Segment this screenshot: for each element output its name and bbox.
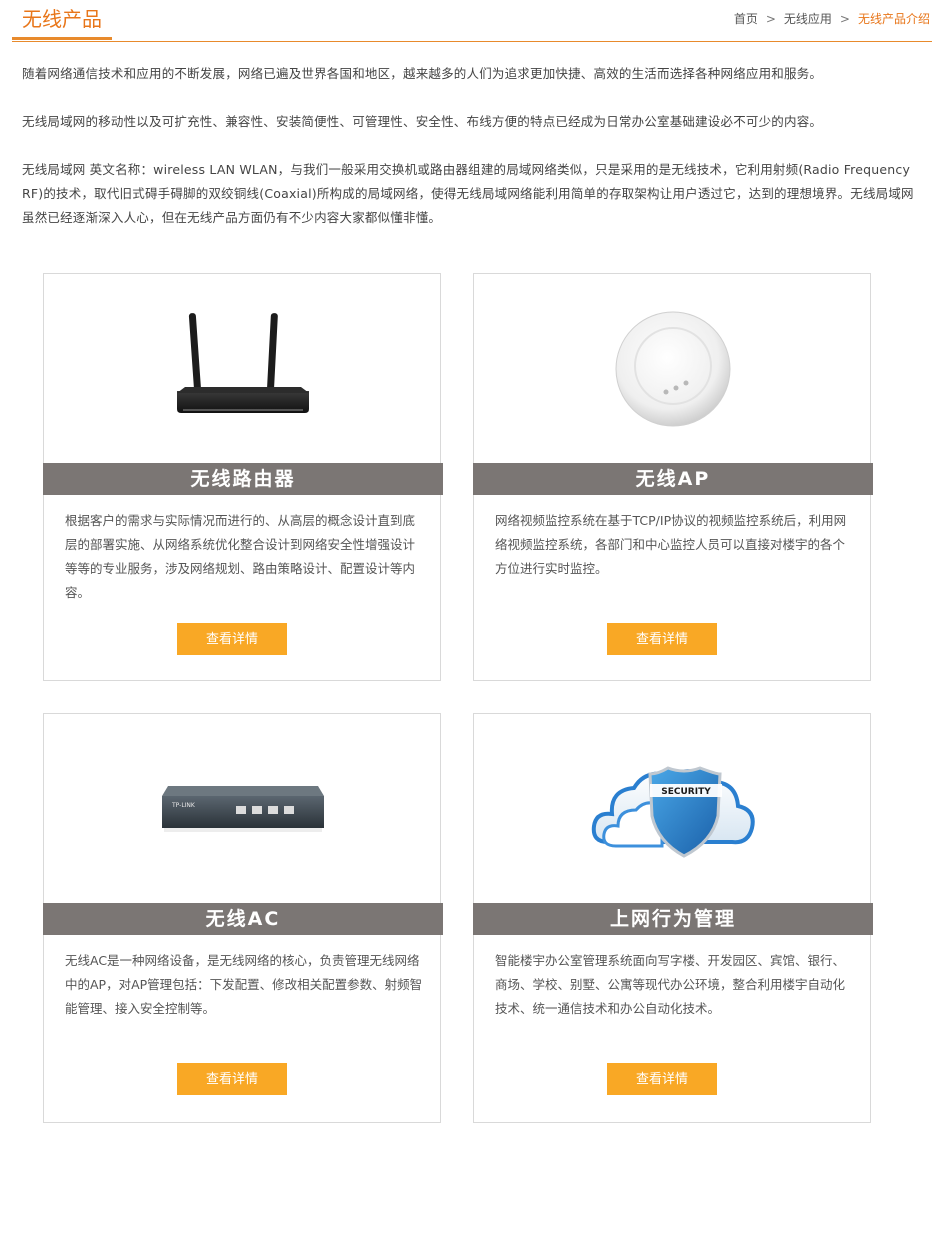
intro-paragraph: 随着网络通信技术和应用的不断发展，网络已遍及世界各国和地区，越来越多的人们为追求…	[22, 66, 823, 81]
cloud-security-shield-image: SECURITY	[474, 714, 872, 904]
breadcrumb-current: 无线产品介绍	[857, 12, 930, 26]
breadcrumb-separator: >	[765, 12, 776, 26]
breadcrumb-section-link[interactable]: 无线应用	[784, 12, 832, 26]
view-details-button[interactable]: 查看详情	[607, 1063, 717, 1095]
product-card-wireless-router: 无线路由器 根据客户的需求与实际情况而进行的、从高层的概念设计直到底层的部署实施…	[43, 273, 443, 681]
product-description: 根据客户的需求与实际情况而进行的、从高层的概念设计直到底层的部署实施、从网络系统…	[65, 513, 416, 600]
product-title: 无线AC	[43, 903, 443, 935]
view-details-button[interactable]: 查看详情	[607, 623, 717, 655]
product-card-wireless-ap: 无线AP 网络视频监控系统在基于TCP/IP协议的视频监控系统后，利用网络视频监…	[473, 273, 873, 681]
breadcrumb-home-link[interactable]: 首页	[734, 12, 758, 26]
product-title: 无线AP	[473, 463, 873, 495]
product-card-behavior-management: SECURITY 上网行为管理 智能楼宇办公室管理系统面向写字楼、开发园区、宾馆…	[473, 713, 873, 1123]
product-card-wireless-ac: TP-LINK 无线AC 无线AC是一种网络设备，是无线网络的核心，负责管理无线…	[43, 713, 443, 1123]
intro-paragraph: 无线局域网的移动性以及可扩充性、兼容性、安装简便性、可管理性、安全性、布线方便的…	[22, 114, 823, 129]
tp-link-access-controller-image: TP-LINK	[44, 714, 442, 904]
security-label: SECURITY	[661, 787, 711, 797]
view-details-button[interactable]: 查看详情	[177, 623, 287, 655]
page-header: 无线产品 首页 > 无线应用 > 无线产品介绍	[12, 0, 932, 42]
product-description: 无线AC是一种网络设备，是无线网络的核心，负责管理无线网络中的AP，对AP管理包…	[65, 953, 423, 1016]
view-details-button[interactable]: 查看详情	[177, 1063, 287, 1095]
product-title: 无线路由器	[43, 463, 443, 495]
product-description: 智能楼宇办公室管理系统面向写字楼、开发园区、宾馆、银行、商场、学校、别墅、公寓等…	[495, 953, 846, 1016]
ceiling-access-point-image	[474, 274, 872, 464]
intro-paragraph: 无线局域网 英文名称：wireless LAN WLAN，与我们一般采用交换机或…	[22, 162, 914, 225]
product-title: 上网行为管理	[473, 903, 873, 935]
breadcrumb-separator: >	[839, 12, 850, 26]
device-brand-label: TP-LINK	[171, 802, 196, 809]
product-description: 网络视频监控系统在基于TCP/IP协议的视频监控系统后，利用网络视频监控系统，各…	[495, 513, 847, 576]
wireless-router-image	[44, 274, 442, 464]
breadcrumb: 首页 > 无线应用 > 无线产品介绍	[734, 10, 930, 27]
page-title: 无线产品	[12, 4, 112, 40]
